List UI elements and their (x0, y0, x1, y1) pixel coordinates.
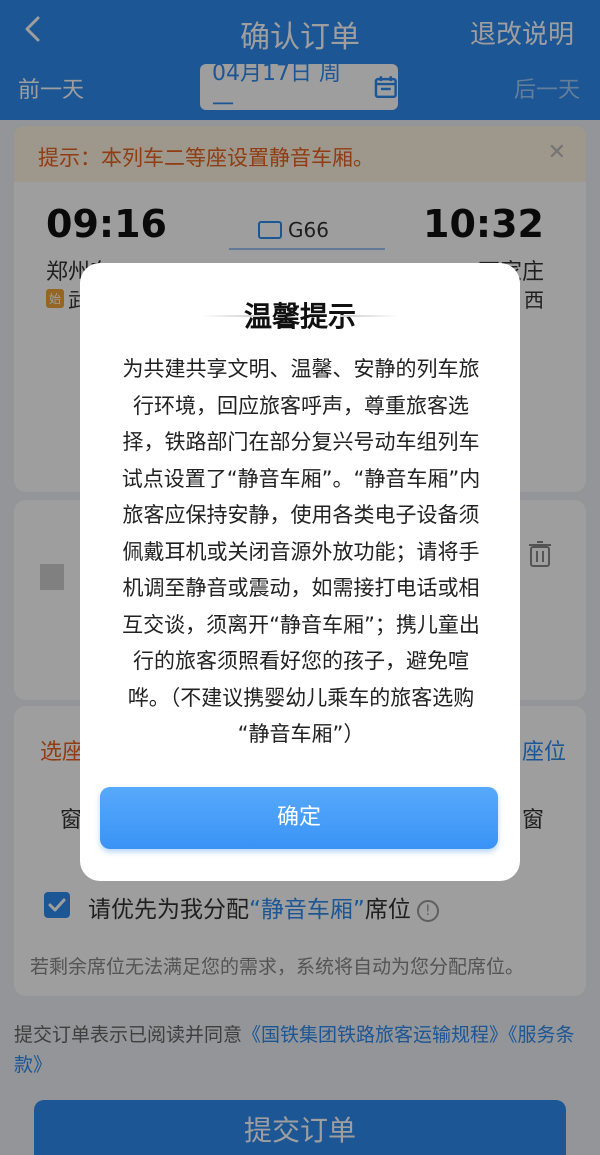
modal-title: 温馨提示 (80, 295, 520, 335)
modal-body: 为共建共享文明、温馨、安静的列车旅 行环境，回应旅客呼声，尊重旅客选 择，铁路部… (104, 351, 498, 753)
modal-line: 哗。（不建议携婴幼儿乘车的旅客选购 (127, 685, 475, 710)
modal-line: 行的旅客须照看好您的孩子，避免喧 (133, 649, 469, 673)
modal-line: 为共建共享文明、温馨、安静的列车旅 (122, 357, 480, 381)
modal-line: 旅客应保持安静，使用各类电子设备须 (122, 503, 480, 527)
modal-line: 行环境，回应旅客呼声，尊重旅客选 (133, 393, 469, 418)
modal-line: “静音车厢”） (237, 722, 365, 746)
modal-line: 互交谈，须离开“静音车厢”；携儿童出 (122, 612, 480, 637)
modal-line: 择，铁路部门在部分复兴号动车组列车 (122, 430, 480, 454)
quiet-car-modal: 温馨提示 为共建共享文明、温馨、安静的列车旅 行环境，回应旅客呼声，尊重旅客选 … (80, 263, 520, 881)
confirm-button[interactable]: 确定 (100, 787, 498, 849)
modal-line: 佩戴耳机或关闭音源外放功能；请将手 (122, 539, 480, 564)
modal-line: 试点设置了“静音车厢”。“静音车厢”内 (121, 466, 481, 491)
modal-line: 机调至静音或震动，如需接打电话或相 (122, 576, 480, 600)
